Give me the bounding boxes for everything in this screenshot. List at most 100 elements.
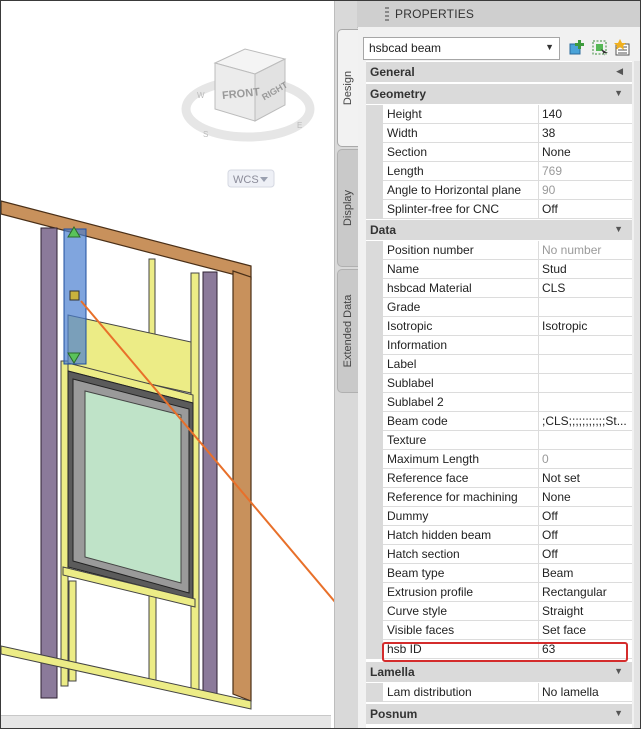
property-value-field: 90 xyxy=(539,181,632,200)
property-value-field[interactable]: Stud xyxy=(539,260,632,279)
property-value-field[interactable]: 140 xyxy=(539,105,632,124)
property-row[interactable]: Grade xyxy=(366,298,632,317)
property-name-cell: Maximum Length xyxy=(383,450,539,469)
compass-w: W xyxy=(197,91,205,100)
property-row[interactable]: Height 140 xyxy=(366,105,632,124)
object-type-select[interactable]: hsbcad beam ▼ xyxy=(363,37,560,60)
properties-scrollbar[interactable] xyxy=(634,61,640,728)
row-gutter xyxy=(366,317,383,336)
property-value-field[interactable]: None xyxy=(539,488,632,507)
property-row[interactable]: Dummy Off xyxy=(366,507,632,526)
chevron-down-icon[interactable]: ▼ xyxy=(545,42,554,52)
property-value-field[interactable]: Off xyxy=(539,545,632,564)
property-row[interactable]: Visible faces Set face xyxy=(366,621,632,640)
property-name-cell: Isotropic xyxy=(383,317,539,336)
collapse-down-icon[interactable]: ▼ xyxy=(614,708,623,718)
property-value: 769 xyxy=(542,164,563,178)
property-value-field[interactable]: CLS xyxy=(539,279,632,298)
property-row[interactable]: Sublabel 2 xyxy=(366,393,632,412)
property-value-field[interactable]: Rectangular xyxy=(539,583,632,602)
property-row[interactable]: Hatch section Off xyxy=(366,545,632,564)
toggle-pickadd-icon[interactable] xyxy=(613,39,631,57)
row-gutter xyxy=(366,526,383,545)
property-row[interactable]: Angle to Horizontal plane 90 xyxy=(366,181,632,200)
collapse-down-icon[interactable]: ▼ xyxy=(614,88,623,98)
property-row[interactable]: Lam distribution No lamella xyxy=(366,683,632,702)
property-row[interactable]: Curve style Straight xyxy=(366,602,632,621)
property-row[interactable]: Texture xyxy=(366,431,632,450)
property-value-field[interactable] xyxy=(539,336,632,355)
drag-grip-icon[interactable] xyxy=(385,7,389,21)
property-value-field[interactable]: Off xyxy=(539,200,632,219)
property-value: ;CLS;;;;;;;;;;;St... xyxy=(542,414,627,428)
category-lamella[interactable]: Lamella ▼ xyxy=(366,661,632,682)
collapse-down-icon[interactable]: ▼ xyxy=(614,666,623,676)
category-general[interactable]: General ◀ xyxy=(366,61,632,82)
property-row[interactable]: Name Stud xyxy=(366,260,632,279)
property-row[interactable]: Length 769 xyxy=(366,162,632,181)
property-row[interactable]: Label xyxy=(366,355,632,374)
property-name: Dummy xyxy=(387,509,429,523)
add-to-selection-icon[interactable] xyxy=(569,39,587,57)
property-value-field[interactable]: Straight xyxy=(539,602,632,621)
row-gutter xyxy=(366,621,383,640)
property-name-cell: Splinter-free for CNC xyxy=(383,200,539,219)
property-value: No number xyxy=(542,243,602,257)
property-value-field[interactable]: No lamella xyxy=(539,683,632,702)
property-value-field[interactable] xyxy=(539,355,632,374)
property-value-field[interactable]: 38 xyxy=(539,124,632,143)
property-value-field[interactable]: Beam xyxy=(539,564,632,583)
collapse-down-icon[interactable]: ▼ xyxy=(614,224,623,234)
property-row[interactable]: Splinter-free for CNC Off xyxy=(366,200,632,219)
property-row[interactable]: Reference face Not set xyxy=(366,469,632,488)
property-row[interactable]: Hatch hidden beam Off xyxy=(366,526,632,545)
property-value-field[interactable]: None xyxy=(539,143,632,162)
property-row[interactable]: Maximum Length 0 xyxy=(366,450,632,469)
stud-right xyxy=(202,271,218,697)
property-value: No lamella xyxy=(542,685,599,699)
quick-select-icon[interactable] xyxy=(591,39,609,57)
property-name-cell: Beam code xyxy=(383,412,539,431)
property-value-field[interactable]: Isotropic xyxy=(539,317,632,336)
palette-title-bar[interactable]: PROPERTIES xyxy=(357,1,640,28)
property-name-cell: Curve style xyxy=(383,602,539,621)
property-value-field[interactable] xyxy=(539,393,632,412)
property-row[interactable]: hsbcad Material CLS xyxy=(366,279,632,298)
row-gutter xyxy=(366,469,383,488)
property-row[interactable]: Position number No number xyxy=(366,241,632,260)
property-row[interactable]: Reference for machining None xyxy=(366,488,632,507)
property-value-field[interactable] xyxy=(539,374,632,393)
property-row[interactable]: Section None xyxy=(366,143,632,162)
property-value-field[interactable] xyxy=(539,298,632,317)
property-row[interactable]: Information xyxy=(366,336,632,355)
tab-display[interactable]: Display xyxy=(337,149,358,267)
viewport-scrollbar[interactable] xyxy=(1,715,331,728)
row-gutter xyxy=(366,545,383,564)
property-row[interactable]: Beam code ;CLS;;;;;;;;;;;St... xyxy=(366,412,632,431)
property-row[interactable]: Isotropic Isotropic xyxy=(366,317,632,336)
property-row[interactable]: Extrusion profile Rectangular xyxy=(366,583,632,602)
property-value-field[interactable]: Not set xyxy=(539,469,632,488)
grip-center-icon[interactable] xyxy=(69,290,80,301)
property-value-field[interactable]: Off xyxy=(539,507,632,526)
property-value-field[interactable] xyxy=(539,431,632,450)
expand-left-icon[interactable]: ◀ xyxy=(616,66,623,77)
property-name: Visible faces xyxy=(387,623,455,637)
property-name-cell: Section xyxy=(383,143,539,162)
property-value-field[interactable]: Off xyxy=(539,526,632,545)
property-value-field[interactable]: Set face xyxy=(539,621,632,640)
property-value-field[interactable]: ;CLS;;;;;;;;;;;St... xyxy=(539,412,632,431)
property-row[interactable]: Beam type Beam xyxy=(366,564,632,583)
category-posnum[interactable]: Posnum ▼ xyxy=(366,703,632,724)
property-row[interactable]: Width 38 xyxy=(366,124,632,143)
property-name-cell: Width xyxy=(383,124,539,143)
property-value: 90 xyxy=(542,183,556,197)
property-row[interactable]: Sublabel xyxy=(366,374,632,393)
property-name: Maximum Length xyxy=(387,452,480,466)
tab-extended-data[interactable]: Extended Data xyxy=(337,269,358,393)
property-name: Lam distribution xyxy=(387,685,472,699)
category-geometry[interactable]: Geometry ▼ xyxy=(366,83,632,104)
category-data[interactable]: Data ▼ xyxy=(366,219,632,240)
model-viewport[interactable]: FRONT RIGHT W S E WCS xyxy=(1,1,335,728)
tab-design[interactable]: Design xyxy=(337,29,358,147)
